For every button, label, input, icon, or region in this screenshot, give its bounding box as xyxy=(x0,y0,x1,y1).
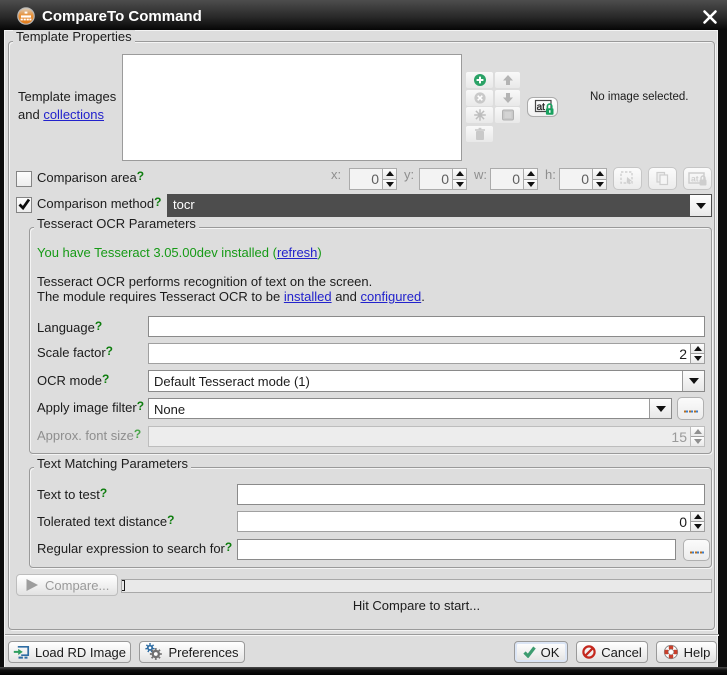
svg-text:at: at xyxy=(537,102,546,113)
svg-text:at: at xyxy=(691,173,699,183)
